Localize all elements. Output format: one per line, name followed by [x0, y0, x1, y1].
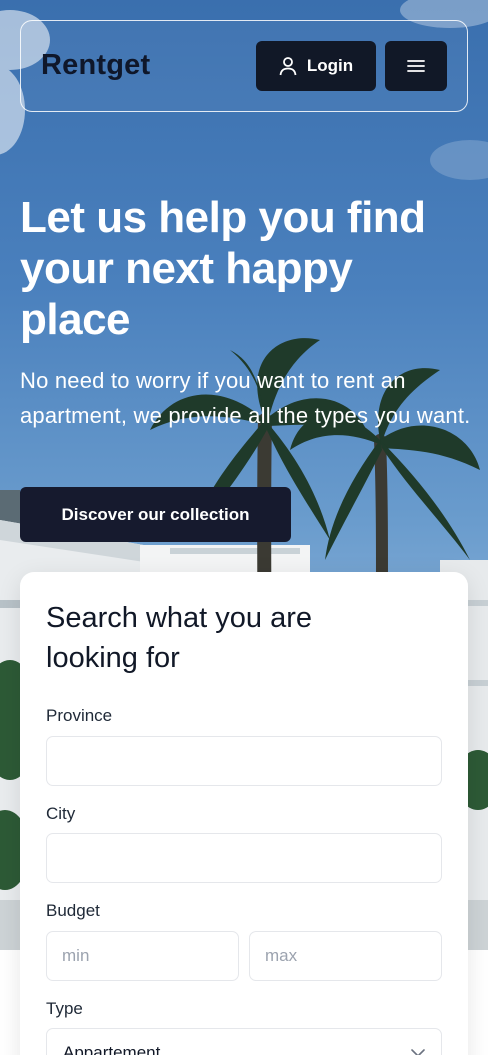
login-label: Login — [306, 56, 354, 75]
user-icon — [279, 56, 297, 76]
province-label: Province — [46, 706, 113, 725]
chevron-down-icon — [411, 1049, 425, 1055]
budget-min-input[interactable] — [46, 931, 239, 981]
type-label: Type — [46, 999, 83, 1018]
search-card: Search what you are looking for Province… — [20, 572, 468, 1055]
type-select[interactable]: Appartement — [46, 1028, 442, 1055]
budget-label: Budget — [46, 901, 100, 920]
province-input[interactable] — [46, 736, 442, 786]
type-selected-value: Appartement — [63, 1043, 161, 1055]
brand-logo[interactable]: Rentget — [41, 49, 150, 82]
city-input[interactable] — [46, 833, 442, 883]
discover-collection-button[interactable]: Discover our collection — [20, 487, 291, 542]
hero-subtext: No need to worry if you want to rent an … — [20, 368, 471, 428]
menu-button[interactable] — [385, 41, 447, 91]
budget-max-input[interactable] — [249, 931, 442, 981]
hamburger-menu-icon — [407, 59, 425, 73]
navbar: Rentget Login — [20, 20, 468, 112]
hero-headline: Let us help you find your next happy pla… — [20, 193, 426, 344]
search-card-title: Search what you are looking for — [46, 602, 312, 674]
login-button[interactable]: Login — [256, 41, 376, 91]
city-label: City — [46, 804, 76, 823]
